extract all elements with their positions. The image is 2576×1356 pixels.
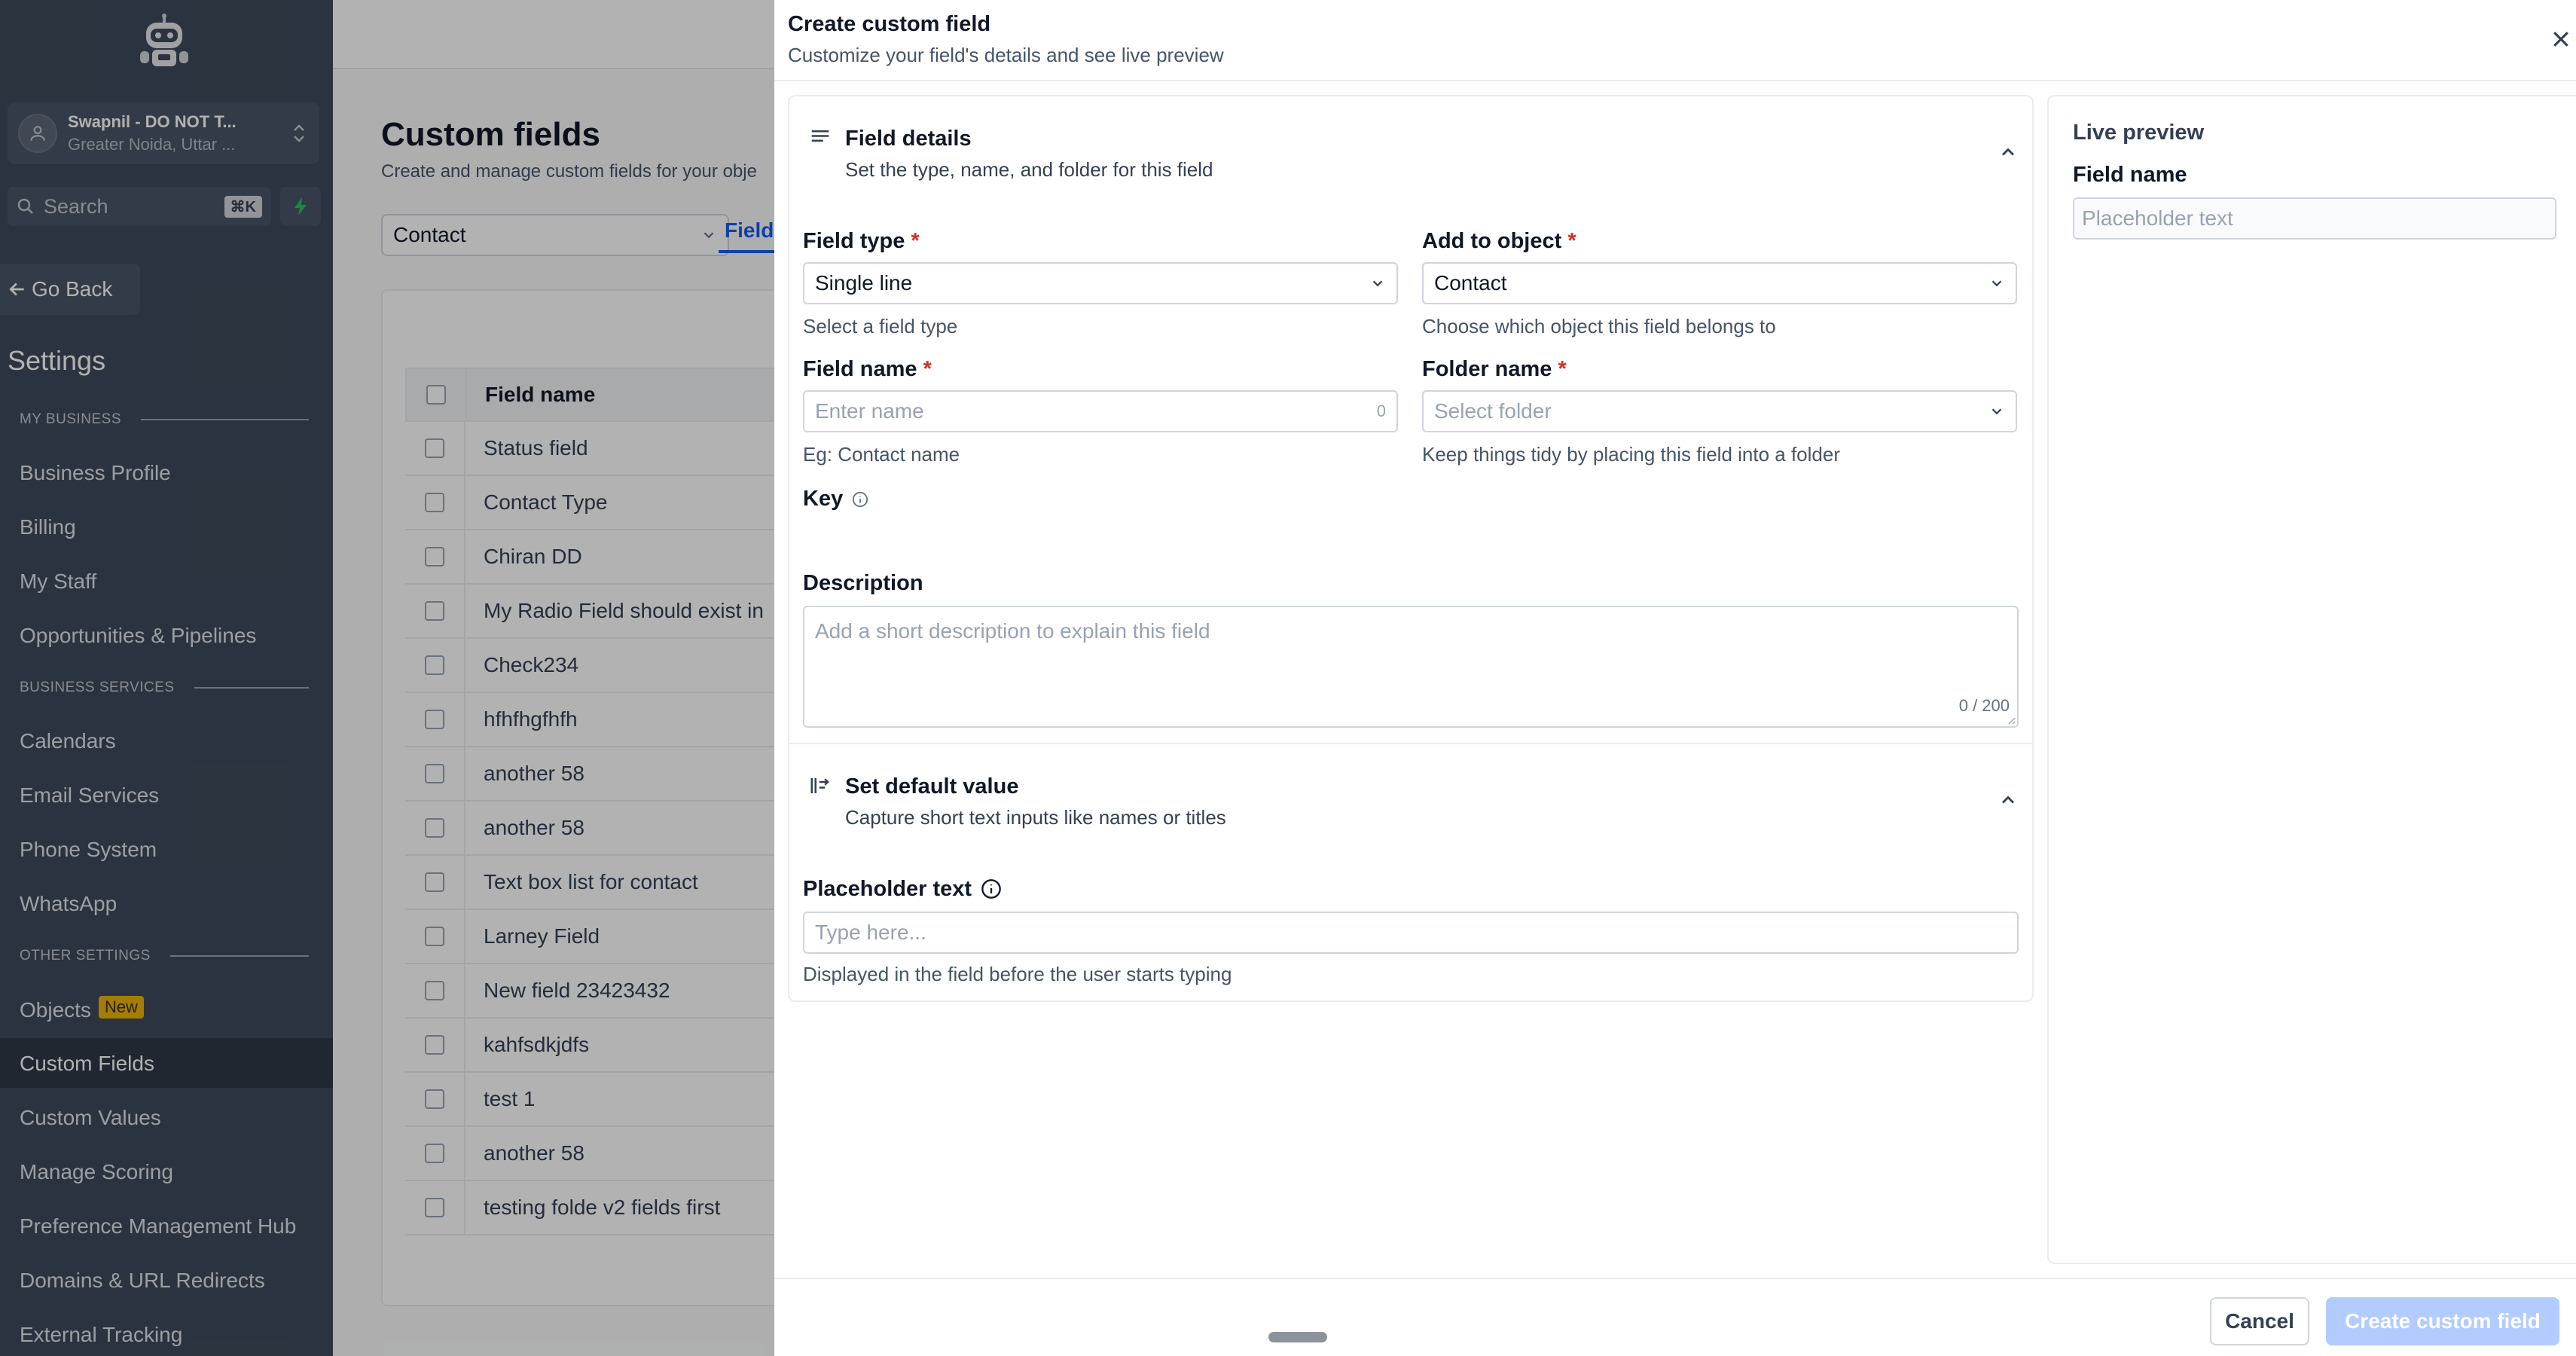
field-name-placeholder: Enter name [815, 399, 924, 423]
text-lines-icon [811, 130, 829, 142]
label-text: Folder name [1422, 357, 1552, 381]
resize-handle-icon[interactable] [2005, 714, 2016, 725]
add-to-object-label: Add to object * [1422, 229, 1576, 254]
chevron-up-icon [2001, 796, 2015, 804]
field-details-subtitle: Set the type, name, and folder for this … [845, 158, 1213, 181]
key-label: Key [803, 487, 868, 512]
description-counter: 0 / 200 [1958, 696, 2010, 715]
drag-handle[interactable] [1268, 1332, 1327, 1342]
chevron-down-icon [1372, 280, 1383, 287]
folder-name-select[interactable]: Select folder [1422, 390, 2017, 432]
required-mark: * [1567, 229, 1576, 253]
field-name-label: Field name * [803, 357, 932, 382]
placeholder-text-hint: Displayed in the field before the user s… [803, 963, 1232, 985]
field-details-header[interactable]: Field details Set the type, name, and fo… [789, 96, 2032, 199]
preview-field-input: Placeholder text [2073, 197, 2556, 240]
create-custom-field-button[interactable]: Create custom field [2326, 1297, 2559, 1345]
default-value-header[interactable]: Set default value Capture short text inp… [789, 744, 2032, 847]
folder-name-label: Folder name * [1422, 357, 1567, 382]
chevron-up-icon [2001, 148, 2015, 156]
default-value-subtitle: Capture short text inputs like names or … [845, 806, 1226, 829]
info-icon[interactable] [981, 878, 1002, 899]
drawer-footer: Cancel Create custom field [774, 1278, 2576, 1356]
live-preview-title: Live preview [2073, 121, 2205, 145]
required-mark: * [911, 229, 920, 253]
add-to-object-value: Contact [1434, 271, 1507, 295]
description-label: Description [803, 571, 923, 595]
label-text: Field type [803, 229, 905, 253]
drawer-subtitle: Customize your field's details and see l… [788, 44, 1224, 66]
label-text: Add to object [1422, 229, 1562, 253]
add-to-object-select[interactable]: Contact [1422, 262, 2017, 304]
preview-field-label: Field name [2073, 163, 2187, 187]
field-form-card: Field details Set the type, name, and fo… [788, 95, 2034, 1002]
chevron-down-icon [1992, 280, 2002, 287]
chevron-down-icon [1992, 408, 2002, 415]
info-icon[interactable] [852, 491, 868, 508]
placeholder-text-input[interactable]: Type here... [803, 912, 2019, 954]
text-cursor-icon [810, 778, 829, 793]
required-mark: * [923, 357, 932, 381]
close-icon[interactable] [2547, 26, 2574, 53]
description-textarea[interactable]: Add a short description to explain this … [803, 606, 2019, 728]
placeholder-text-label: Placeholder text [803, 877, 1002, 902]
field-details-title: Field details [845, 127, 972, 151]
placeholder-text-placeholder: Type here... [815, 921, 926, 944]
folder-name-hint: Keep things tidy by placing this field i… [1422, 443, 1841, 466]
field-type-hint: Select a field type [803, 315, 958, 337]
field-name-hint: Eg: Contact name [803, 443, 960, 466]
label-text: Key [803, 487, 844, 511]
field-type-label: Field type * [803, 229, 920, 254]
create-field-drawer: Create custom field Customize your field… [774, 0, 2576, 1356]
field-name-input[interactable]: Enter name 0 [803, 390, 1398, 432]
label-text: Field name [803, 357, 917, 381]
drawer-header: Create custom field Customize your field… [774, 0, 2576, 81]
live-preview-panel: Live preview Field name Placeholder text [2047, 95, 2576, 1264]
add-to-object-hint: Choose which object this field belongs t… [1422, 315, 1776, 337]
modal-backdrop[interactable] [0, 0, 774, 1356]
field-type-select[interactable]: Single line [803, 262, 1398, 304]
description-placeholder: Add a short description to explain this … [815, 619, 1210, 643]
field-name-char-count: 0 [1376, 402, 1386, 420]
cancel-button[interactable]: Cancel [2210, 1297, 2309, 1345]
required-mark: * [1558, 357, 1567, 381]
field-type-value: Single line [815, 271, 913, 295]
default-value-title: Set default value [845, 774, 1019, 799]
label-text: Placeholder text [803, 877, 972, 901]
folder-name-placeholder: Select folder [1434, 399, 1552, 423]
drawer-title: Create custom field [788, 12, 991, 36]
